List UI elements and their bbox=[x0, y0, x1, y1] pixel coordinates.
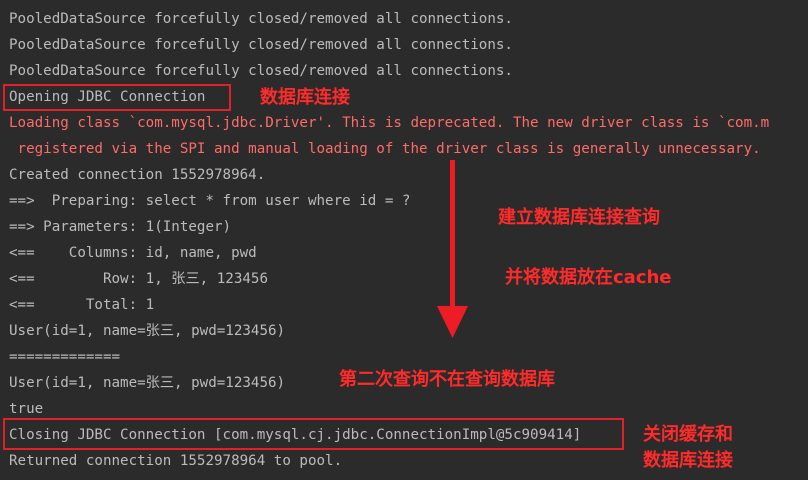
log-line-true: true bbox=[9, 401, 44, 417]
log-line: PooledDataSource forcefully closed/remov… bbox=[9, 63, 513, 79]
log-line-sql-columns: <== Columns: id, name, pwd bbox=[9, 245, 257, 261]
log-line: Created connection 1552978964. bbox=[9, 167, 266, 183]
annotation-second-query: 第二次查询不在查询数据库 bbox=[339, 369, 555, 390]
opening-connection-highlight-box bbox=[3, 84, 231, 111]
annotation-close-cache-line1: 关闭缓存和 bbox=[643, 424, 733, 445]
log-line-warning: Loading class `com.mysql.jdbc.Driver'. T… bbox=[9, 115, 770, 131]
annotation-close-cache-line2: 数据库连接 bbox=[643, 450, 733, 471]
log-line-separator: ============= bbox=[9, 349, 121, 365]
down-arrow-icon bbox=[437, 160, 468, 338]
log-line-user: User(id=1, name=张三, pwd=123456) bbox=[9, 323, 286, 339]
log-line-sql-preparing: ==> Preparing: select * from user where … bbox=[9, 193, 411, 209]
annotation-cache-data: 并将数据放在cache bbox=[505, 267, 672, 288]
log-line: PooledDataSource forcefully closed/remov… bbox=[9, 37, 513, 53]
log-line-user: User(id=1, name=张三, pwd=123456) bbox=[9, 375, 286, 391]
annotation-db-connect: 数据库连接 bbox=[260, 87, 350, 108]
log-line: PooledDataSource forcefully closed/remov… bbox=[9, 11, 513, 27]
log-line-warning: registered via the SPI and manual loadin… bbox=[9, 141, 761, 157]
closing-connection-highlight-box bbox=[3, 418, 624, 450]
log-line-sql-row: <== Row: 1, 张三, 123456 bbox=[9, 271, 268, 287]
log-line-returned-connection: Returned connection 1552978964 to pool. bbox=[9, 453, 343, 469]
annotation-establish-query: 建立数据库连接查询 bbox=[498, 207, 660, 228]
console-output: PooledDataSource forcefully closed/remov… bbox=[0, 0, 808, 480]
log-line-sql-total: <== Total: 1 bbox=[9, 297, 155, 313]
log-line-sql-parameters: ==> Parameters: 1(Integer) bbox=[9, 219, 232, 235]
